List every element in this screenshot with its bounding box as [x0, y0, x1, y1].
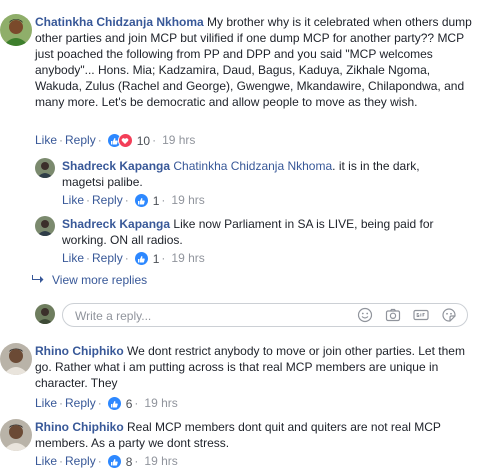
separator: ·	[124, 193, 129, 207]
reply-body: Shadreck Kapanga Chatinkha Chidzanja Nkh…	[62, 158, 442, 190]
camera-icon[interactable]	[385, 307, 401, 323]
composer-avatar	[35, 304, 55, 324]
reply-button[interactable]: Reply	[92, 193, 123, 207]
timestamp[interactable]: 19 hrs	[162, 133, 195, 147]
reply-author[interactable]: Shadreck Kapanga	[62, 217, 170, 231]
like-button[interactable]: Like	[62, 193, 84, 207]
reply-button[interactable]: Reply	[65, 133, 96, 147]
comment-actions: Like · Reply · 10 · 19 hrs	[35, 132, 195, 149]
like-reaction-icon	[106, 454, 122, 470]
like-reaction-icon	[106, 396, 122, 412]
like-button[interactable]: Like	[35, 133, 57, 147]
comment-actions: Like · Reply · 6 · 19 hrs	[35, 395, 178, 412]
reaction-count: 6	[125, 396, 133, 411]
comment-body: Chatinkha Chidzanja Nkhoma My brother wh…	[35, 14, 475, 110]
comment-body: Rhino Chiphiko Real MCP members dont qui…	[35, 419, 475, 451]
like-reaction-icon	[133, 193, 149, 209]
separator: ·	[86, 251, 91, 265]
separator: ·	[152, 133, 157, 147]
timestamp[interactable]: 19 hrs	[171, 193, 204, 207]
reply-button[interactable]: Reply	[65, 454, 96, 468]
separator: ·	[161, 251, 166, 265]
separator: ·	[59, 454, 64, 468]
separator: ·	[59, 133, 64, 147]
reply-mention[interactable]: Chatinkha Chidzanja Nkhoma	[173, 159, 332, 173]
separator: ·	[59, 396, 64, 410]
avatar[interactable]	[35, 216, 55, 236]
avatar[interactable]	[35, 158, 55, 178]
reaction-count: 1	[152, 193, 160, 208]
love-reaction-icon	[117, 133, 133, 149]
separator: ·	[134, 396, 139, 410]
timestamp[interactable]: 19 hrs	[171, 251, 204, 265]
reaction-summary[interactable]: 6	[106, 396, 133, 412]
reply-button[interactable]: Reply	[92, 251, 123, 265]
reply-actions: Like · Reply · 1 · 19 hrs	[62, 192, 205, 209]
separator: ·	[97, 133, 102, 147]
reaction-count: 1	[152, 251, 160, 266]
reaction-count: 8	[125, 454, 133, 469]
comment-author[interactable]: Chatinkha Chidzanja Nkhoma	[35, 15, 204, 29]
separator: ·	[134, 454, 139, 468]
reply-body: Shadreck Kapanga Like now Parliament in …	[62, 216, 442, 248]
view-more-replies[interactable]: View more replies	[32, 272, 147, 288]
comment-text: My brother why is it celebrated when oth…	[35, 15, 472, 109]
reaction-count: 10	[136, 133, 151, 148]
reply-actions: Like · Reply · 1 · 19 hrs	[62, 250, 205, 267]
like-button[interactable]: Like	[35, 396, 57, 410]
avatar[interactable]	[0, 343, 32, 375]
separator: ·	[86, 193, 91, 207]
reaction-summary[interactable]: 1	[133, 251, 160, 267]
reply-author[interactable]: Shadreck Kapanga	[62, 159, 170, 173]
reply-arrow-icon	[32, 272, 44, 288]
avatar[interactable]	[0, 419, 32, 451]
view-more-label[interactable]: View more replies	[52, 273, 147, 287]
sticker-icon[interactable]	[441, 307, 457, 323]
comment-author[interactable]: Rhino Chiphiko	[35, 344, 124, 358]
separator: ·	[161, 193, 166, 207]
like-reaction-icon	[133, 251, 149, 267]
timestamp[interactable]: 19 hrs	[144, 454, 177, 468]
reply-input[interactable]	[73, 306, 337, 326]
avatar[interactable]	[0, 14, 32, 46]
reply-composer	[62, 303, 468, 327]
separator: ·	[97, 396, 102, 410]
reaction-summary[interactable]: 1	[133, 193, 160, 209]
comment-body: Rhino Chiphiko We dont restrict anybody …	[35, 343, 475, 391]
comment-author[interactable]: Rhino Chiphiko	[35, 420, 124, 434]
emoji-icon[interactable]	[357, 307, 373, 323]
timestamp[interactable]: 19 hrs	[144, 396, 177, 410]
reaction-summary[interactable]: 8	[106, 454, 133, 470]
reply-button[interactable]: Reply	[65, 396, 96, 410]
gif-icon[interactable]	[413, 307, 429, 323]
separator: ·	[97, 454, 102, 468]
separator: ·	[124, 251, 129, 265]
reaction-summary[interactable]: 10	[106, 133, 151, 149]
comment-actions: Like · Reply · 8 · 19 hrs	[35, 453, 178, 470]
like-button[interactable]: Like	[35, 454, 57, 468]
like-button[interactable]: Like	[62, 251, 84, 265]
